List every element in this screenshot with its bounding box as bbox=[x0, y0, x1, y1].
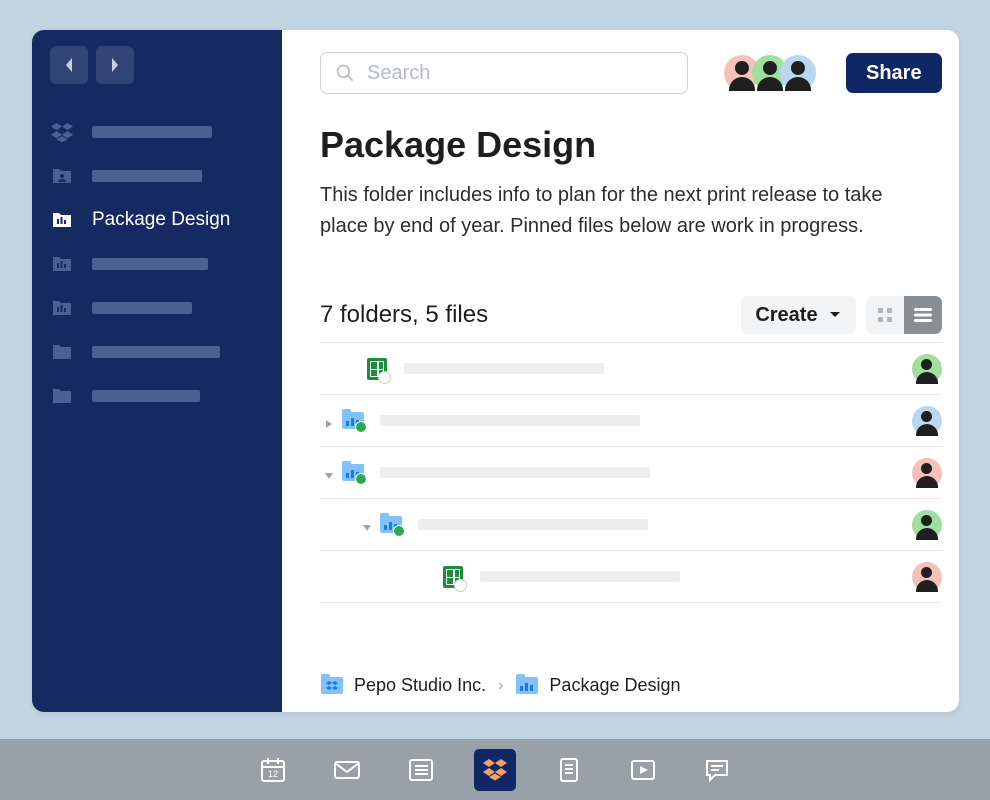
file-row[interactable] bbox=[320, 343, 942, 395]
file-name-placeholder bbox=[418, 519, 648, 530]
dock-chat-icon[interactable] bbox=[696, 749, 738, 791]
create-label: Create bbox=[755, 304, 817, 327]
disclosure-down-icon[interactable] bbox=[362, 520, 372, 530]
dock-mail-icon[interactable] bbox=[326, 749, 368, 791]
file-rows bbox=[320, 342, 942, 603]
disclosure-down-icon[interactable] bbox=[324, 468, 334, 478]
avatar-2[interactable] bbox=[780, 55, 816, 91]
file-name-placeholder bbox=[380, 467, 650, 478]
sidebar-item-2[interactable]: Package Design bbox=[32, 198, 282, 242]
search-field[interactable] bbox=[320, 52, 688, 94]
placeholder bbox=[92, 302, 192, 314]
spreadsheet-icon bbox=[366, 358, 388, 380]
grid-icon bbox=[876, 306, 894, 324]
view-toggle bbox=[866, 296, 942, 334]
page-title: Package Design bbox=[320, 124, 942, 166]
search-input[interactable] bbox=[365, 61, 673, 86]
row-owner-avatar[interactable] bbox=[912, 406, 942, 436]
file-row[interactable] bbox=[320, 395, 942, 447]
current-folder-icon bbox=[515, 676, 539, 696]
search-icon bbox=[335, 63, 355, 83]
person-folder-icon bbox=[50, 165, 74, 187]
sidebar-item-4[interactable] bbox=[32, 286, 282, 330]
placeholder bbox=[92, 346, 220, 358]
dock-document-icon[interactable] bbox=[548, 749, 590, 791]
main-area: Share Package Design This folder include… bbox=[282, 30, 959, 712]
collaborator-avatars[interactable] bbox=[724, 55, 816, 91]
dock-list-icon[interactable] bbox=[400, 749, 442, 791]
sidebar-list: Package Design bbox=[32, 110, 282, 418]
file-name-placeholder bbox=[404, 363, 604, 374]
nav-back-button[interactable] bbox=[50, 46, 88, 84]
dock-dropbox-icon[interactable] bbox=[474, 749, 516, 791]
placeholder bbox=[92, 126, 212, 138]
team-folder-icon bbox=[50, 253, 74, 275]
dropbox-icon bbox=[50, 121, 74, 143]
nav-forward-button[interactable] bbox=[96, 46, 134, 84]
grid-view-button[interactable] bbox=[866, 296, 904, 334]
placeholder bbox=[92, 258, 208, 270]
spreadsheet-icon bbox=[442, 566, 464, 588]
team-folder-icon bbox=[380, 514, 402, 536]
nav-arrows bbox=[32, 46, 282, 110]
content-area: Package Design This folder includes info… bbox=[282, 94, 959, 712]
team-folder-icon bbox=[342, 462, 364, 484]
list-icon bbox=[913, 307, 933, 323]
page-description: This folder includes info to plan for th… bbox=[320, 180, 900, 242]
svg-text:12: 12 bbox=[268, 769, 278, 779]
team-folder-icon bbox=[50, 297, 74, 319]
team-folder-icon bbox=[50, 209, 74, 231]
folder-icon bbox=[50, 341, 74, 363]
file-name-placeholder bbox=[480, 571, 680, 582]
file-row[interactable] bbox=[320, 447, 942, 499]
file-row[interactable] bbox=[320, 551, 942, 603]
sidebar-item-5[interactable] bbox=[32, 330, 282, 374]
share-button[interactable]: Share bbox=[846, 53, 942, 93]
dock-calendar-icon[interactable]: 12 bbox=[252, 749, 294, 791]
placeholder bbox=[92, 170, 202, 182]
dock: 12 bbox=[0, 739, 990, 800]
create-button[interactable]: Create bbox=[741, 296, 855, 334]
sidebar-item-label: Package Design bbox=[92, 209, 230, 231]
breadcrumb: Pepo Studio Inc. › Package Design bbox=[320, 675, 681, 696]
dock-play-icon[interactable] bbox=[622, 749, 664, 791]
sidebar-item-0[interactable] bbox=[32, 110, 282, 154]
sidebar-item-3[interactable] bbox=[32, 242, 282, 286]
placeholder bbox=[92, 390, 200, 402]
file-row[interactable] bbox=[320, 499, 942, 551]
sidebar-item-1[interactable] bbox=[32, 154, 282, 198]
root-folder-icon bbox=[320, 676, 344, 696]
list-view-button[interactable] bbox=[904, 296, 942, 334]
app-window: Package Design Share Package Design This… bbox=[32, 30, 959, 712]
row-owner-avatar[interactable] bbox=[912, 354, 942, 384]
file-name-placeholder bbox=[380, 415, 640, 426]
team-folder-icon bbox=[342, 410, 364, 432]
disclosure-right-icon[interactable] bbox=[324, 416, 334, 426]
sidebar: Package Design bbox=[32, 30, 282, 712]
folder-icon bbox=[50, 385, 74, 407]
chevron-right-icon: › bbox=[498, 677, 503, 695]
chevron-left-icon bbox=[63, 57, 75, 73]
chevron-down-icon bbox=[828, 308, 842, 322]
breadcrumb-root[interactable]: Pepo Studio Inc. bbox=[354, 675, 486, 696]
row-owner-avatar[interactable] bbox=[912, 562, 942, 592]
item-count: 7 folders, 5 files bbox=[320, 301, 488, 329]
chevron-right-icon bbox=[109, 57, 121, 73]
list-controls: Create bbox=[741, 296, 941, 334]
list-header: 7 folders, 5 files Create bbox=[320, 296, 942, 334]
topbar: Share bbox=[282, 30, 959, 94]
breadcrumb-current[interactable]: Package Design bbox=[549, 675, 680, 696]
row-owner-avatar[interactable] bbox=[912, 458, 942, 488]
row-owner-avatar[interactable] bbox=[912, 510, 942, 540]
sidebar-item-6[interactable] bbox=[32, 374, 282, 418]
